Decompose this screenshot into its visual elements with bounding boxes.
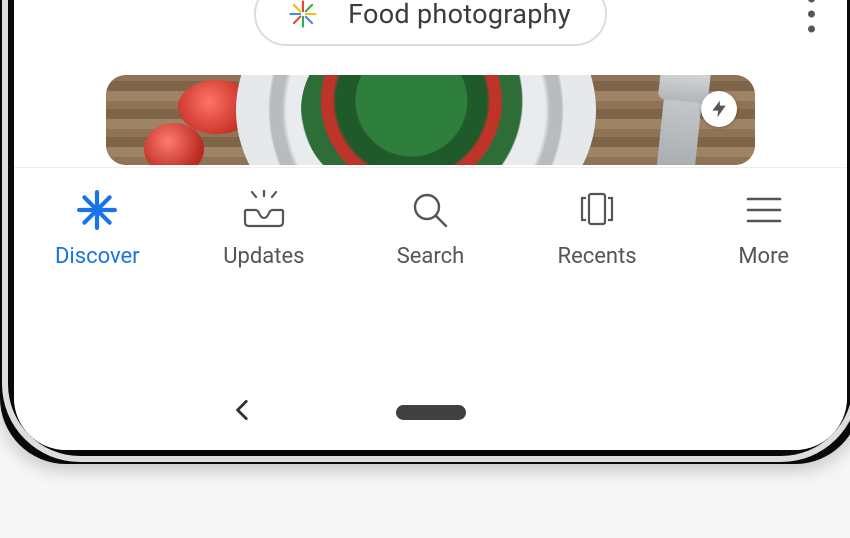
chevron-left-icon [230, 397, 256, 423]
spark-icon [70, 188, 124, 232]
back-button[interactable] [230, 397, 256, 427]
tab-label: More [738, 244, 789, 269]
tab-discover[interactable]: Discover [22, 188, 172, 269]
bolt-icon [709, 99, 729, 119]
tab-search[interactable]: Search [355, 188, 505, 269]
tab-more[interactable]: More [689, 188, 839, 269]
top-bar: Food photography [14, 0, 847, 54]
tab-label: Recents [558, 244, 637, 269]
bottom-nav: Discover Updates [14, 167, 847, 288]
topic-chip[interactable]: Food photography [254, 0, 607, 46]
overflow-menu-button[interactable] [808, 0, 815, 33]
search-icon [403, 188, 457, 232]
inbox-icon [237, 188, 291, 232]
tab-recents[interactable]: Recents [522, 188, 672, 269]
tab-label: Updates [223, 244, 304, 269]
hamburger-icon [737, 188, 791, 232]
system-nav-bar [14, 382, 847, 442]
screen: Food photography [14, 0, 847, 450]
home-pill[interactable] [396, 405, 466, 420]
amp-badge [701, 91, 737, 127]
recents-icon [570, 188, 624, 232]
kebab-icon [808, 0, 815, 3]
tab-updates[interactable]: Updates [189, 188, 339, 269]
food-plate-image [236, 75, 596, 165]
phone-frame: Food photography [0, 0, 850, 464]
feed-card[interactable] [106, 75, 755, 165]
spark-icon [276, 0, 330, 36]
tab-label: Discover [55, 244, 140, 269]
tab-label: Search [397, 244, 465, 269]
topic-chip-label: Food photography [348, 0, 571, 30]
